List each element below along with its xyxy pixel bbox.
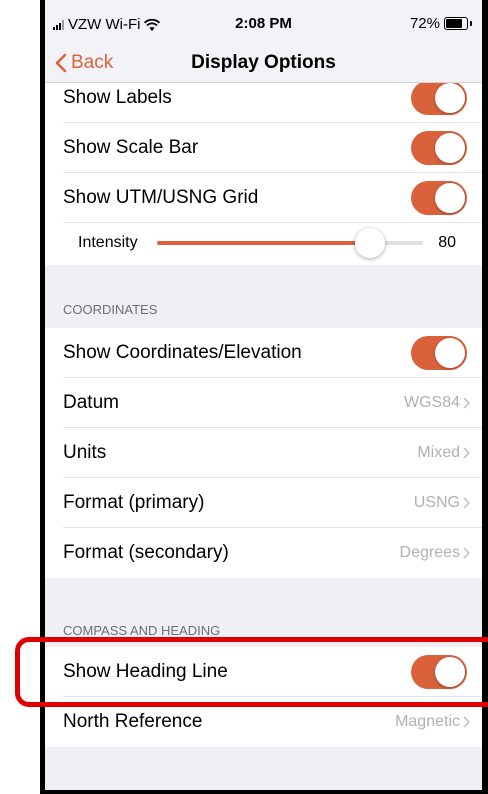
highlight-annotation [15,637,488,707]
chevron-right-icon [463,547,470,559]
chevron-right-icon [463,497,470,509]
show-coordinates-row: Show Coordinates/Elevation [45,328,482,378]
show-coordinates-toggle[interactable] [411,336,467,370]
show-grid-row: Show UTM/USNG Grid [45,173,482,223]
datum-label: Datum [63,392,119,413]
intensity-label: Intensity [78,234,138,251]
show-labels-toggle[interactable] [411,83,467,115]
datum-value: WGS84 [403,394,460,411]
show-scale-bar-label: Show Scale Bar [63,137,199,158]
intensity-slider-thumb[interactable] [354,228,385,258]
show-scale-bar-toggle[interactable] [411,131,467,165]
compass-header: COMPASS AND HEADING [63,623,221,638]
coordinates-section: Show Coordinates/Elevation Datum WGS84 U… [45,328,482,578]
navigation-bar: Back Display Options [45,38,482,83]
format-secondary-row[interactable]: Format (secondary) Degrees [45,528,482,578]
status-bar: VZW Wi-Fi 2:08 PM 72% [45,0,482,38]
intensity-slider-fill [157,241,370,245]
units-value: Mixed [417,444,460,461]
format-primary-value: USNG [413,494,460,511]
intensity-value: 80 [438,234,456,251]
format-secondary-value: Degrees [399,544,460,561]
units-label: Units [63,442,107,463]
intensity-row: Intensity 80 [45,218,482,268]
chevron-right-icon [463,716,470,728]
chevron-right-icon [463,397,470,409]
north-reference-value: Magnetic [395,713,460,730]
format-primary-label: Format (primary) [63,492,205,513]
show-grid-label: Show UTM/USNG Grid [63,187,259,208]
north-reference-label: North Reference [63,711,203,732]
display-section: Show Labels Show Scale Bar Show UTM/USNG… [45,83,482,265]
coordinates-header: COORDINATES [63,302,158,317]
show-grid-toggle[interactable] [411,181,467,215]
battery-icon [444,17,472,30]
units-row[interactable]: Units Mixed [45,428,482,478]
show-coordinates-label: Show Coordinates/Elevation [63,342,302,363]
show-labels-row: Show Labels [45,83,482,123]
format-primary-row[interactable]: Format (primary) USNG [45,478,482,528]
format-secondary-label: Format (secondary) [63,542,229,563]
page-title: Display Options [191,52,336,73]
battery-percent: 72% [409,15,440,32]
show-scale-bar-row: Show Scale Bar [45,123,482,173]
datum-row[interactable]: Datum WGS84 [45,378,482,428]
show-labels-label: Show Labels [63,87,172,108]
chevron-right-icon [463,447,470,459]
